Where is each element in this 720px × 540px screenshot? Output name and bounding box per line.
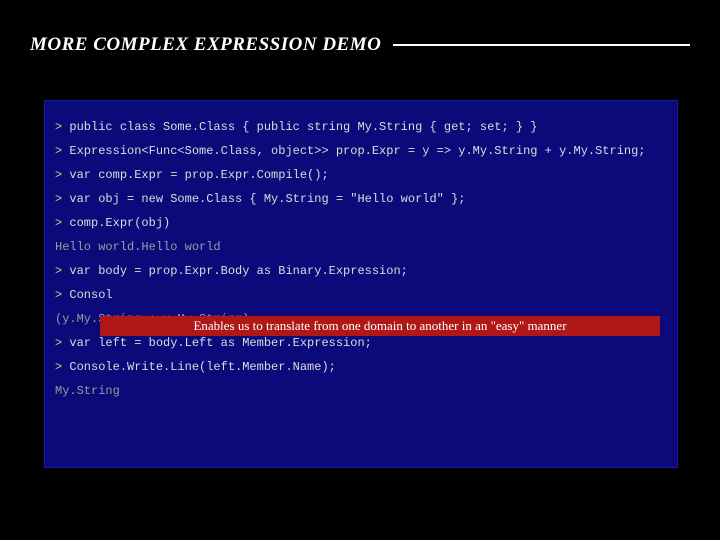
console-line: > public class Some.Class { public strin… [55, 115, 667, 139]
slide: MORE COMPLEX EXPRESSION DEMO > public cl… [0, 0, 720, 540]
console-line: > var body = prop.Expr.Body as Binary.Ex… [55, 259, 667, 283]
slide-title: MORE COMPLEX EXPRESSION DEMO [30, 34, 393, 56]
output-text: My.String [55, 384, 120, 398]
code-text: comp.Expr(obj) [69, 216, 170, 230]
code-text: Consol [69, 288, 112, 302]
code-text: var left = body.Left as Member.Expressio… [69, 336, 371, 350]
output-text: Hello world.Hello world [55, 240, 221, 254]
prompt-icon: > [55, 360, 62, 374]
prompt-icon: > [55, 168, 62, 182]
prompt-icon: > [55, 264, 62, 278]
console-line: > Consol [55, 283, 667, 307]
console-line: > var comp.Expr = prop.Expr.Compile(); [55, 163, 667, 187]
title-row: MORE COMPLEX EXPRESSION DEMO [30, 34, 690, 56]
console-line: > var obj = new Some.Class { My.String =… [55, 187, 667, 211]
console-line: > Expression<Func<Some.Class, object>> p… [55, 139, 667, 163]
callout-banner: Enables us to translate from one domain … [100, 316, 660, 336]
console-line: > Console.Write.Line(left.Member.Name); [55, 355, 667, 379]
prompt-icon: > [55, 336, 62, 350]
code-text: Console.Write.Line(left.Member.Name); [69, 360, 335, 374]
prompt-icon: > [55, 192, 62, 206]
code-text: var body = prop.Expr.Body as Binary.Expr… [69, 264, 407, 278]
prompt-icon: > [55, 216, 62, 230]
console-output: Hello world.Hello world [55, 235, 667, 259]
prompt-icon: > [55, 120, 62, 134]
prompt-icon: > [55, 144, 62, 158]
console-output: My.String [55, 379, 667, 403]
console-line: > comp.Expr(obj) [55, 211, 667, 235]
code-text: public class Some.Class { public string … [69, 120, 537, 134]
code-text: var comp.Expr = prop.Expr.Compile(); [69, 168, 328, 182]
code-text: var obj = new Some.Class { My.String = "… [69, 192, 465, 206]
title-rule [393, 44, 690, 46]
prompt-icon: > [55, 288, 62, 302]
code-text: Expression<Func<Some.Class, object>> pro… [69, 144, 645, 158]
console-panel: > public class Some.Class { public strin… [44, 100, 678, 468]
